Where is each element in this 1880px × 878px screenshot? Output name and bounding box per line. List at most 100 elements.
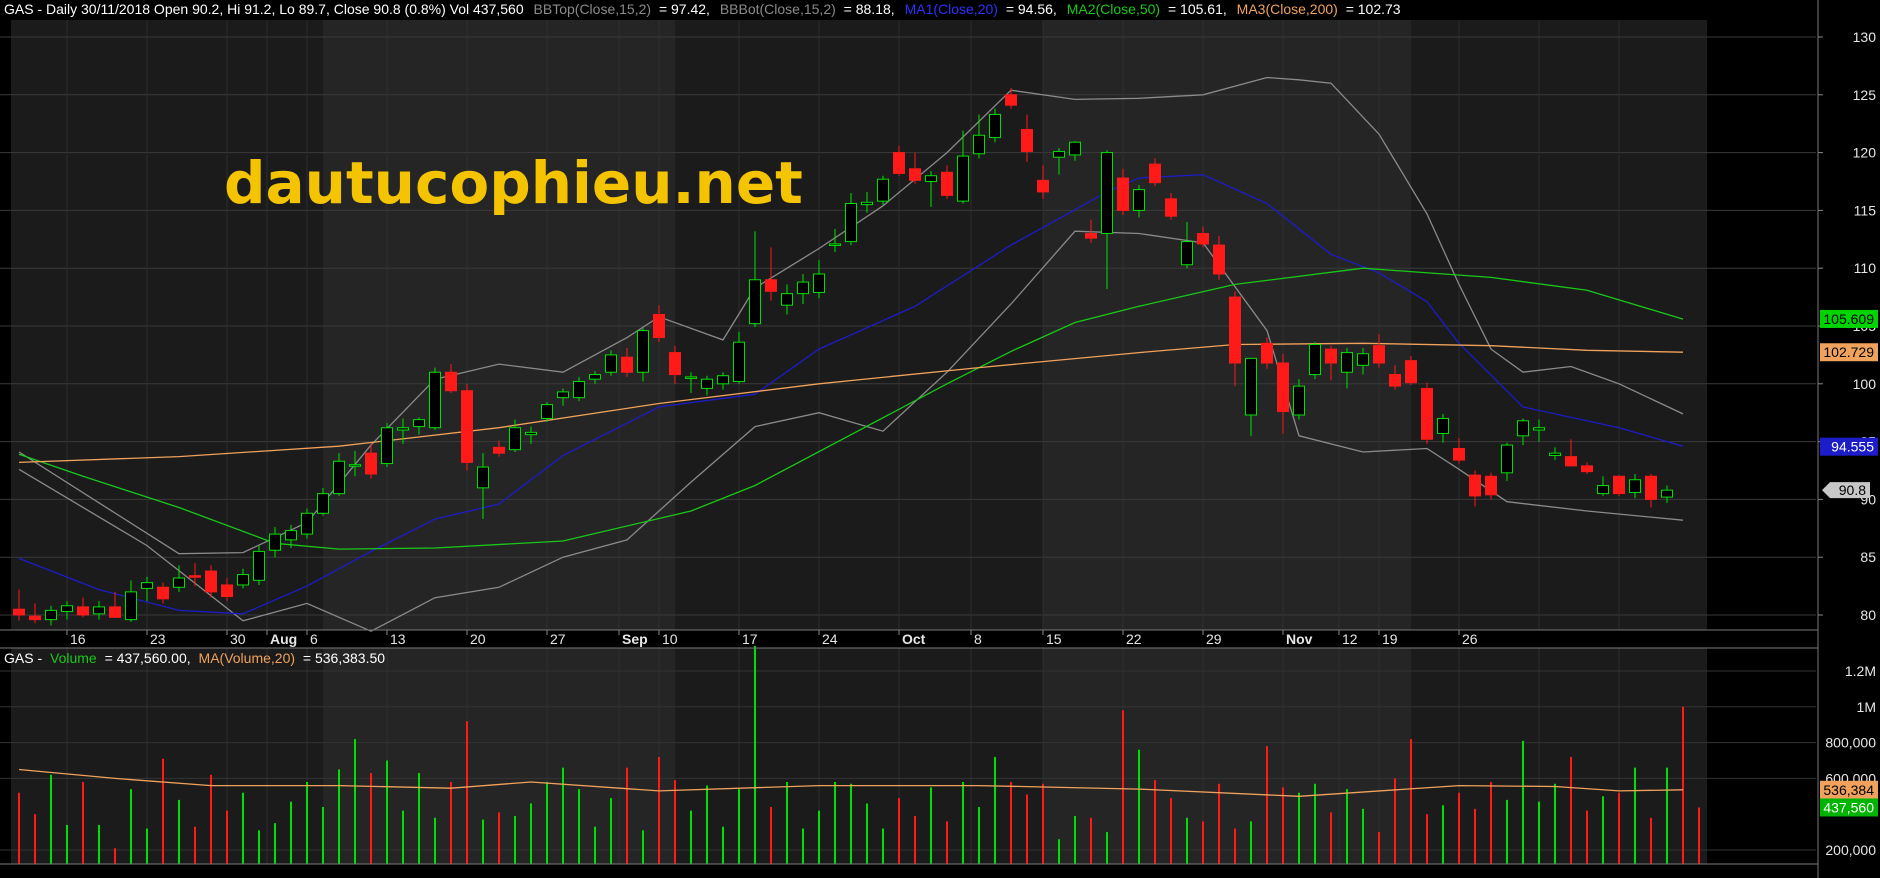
date-label: 26 [1462,631,1478,647]
volume-tick-label: 1.2M [1845,663,1876,679]
candle-body [1261,342,1273,364]
candle-body [973,134,985,155]
candle-body [109,606,121,618]
candle-body [573,380,585,399]
candle-body [1069,141,1081,156]
candle-body [333,460,345,495]
candle-body [269,533,281,551]
candle-body [765,279,777,292]
candle [877,175,889,205]
date-label: 22 [1126,631,1142,647]
candle-body [1517,420,1529,437]
chart-canvas[interactable]: GAS - Daily 30/11/2018 Open 90.2, Hi 91.… [0,0,1880,878]
price-tick-label: 120 [1853,145,1877,161]
candle [381,423,393,468]
candle-body [141,582,153,589]
date-label: 23 [150,631,166,647]
date-label: 20 [470,631,486,647]
volume-tag-text: 437,560 [1823,799,1874,815]
price-tick-label: 110 [1854,260,1877,276]
candle-body [1645,475,1657,500]
candle-body [829,243,841,246]
candle-body [445,371,457,392]
candle-body [1277,362,1289,413]
candle-body [925,175,937,183]
month-band [1043,20,1411,630]
candle [253,545,265,585]
watermark-logo: dautucophieu.net [224,149,803,217]
candle-body [13,608,25,616]
candle-body [909,168,921,181]
candle-body [1005,94,1017,106]
bbtop-value: = 97.42, [659,1,710,17]
volume-tick-label: 1M [1857,699,1876,715]
ma1-label: MA1(Close,20) [905,1,998,17]
ma3-value: = 102.73 [1346,1,1401,17]
ma3-label: MA3(Close,200) [1237,1,1338,17]
price-tag-text: 94.555 [1831,439,1874,455]
session-bands [0,0,1816,864]
candle-body [1293,385,1305,416]
candle-body [61,605,73,613]
volume-label: Volume [50,650,97,666]
ma2-value: = 105.61, [1168,1,1227,17]
volume-ma-value: = 536,383.50 [303,650,385,666]
candle-body [205,570,217,593]
candle-body [589,374,601,380]
candle-body [941,171,953,196]
candle-body [1533,427,1545,431]
candle-body [605,354,617,373]
bbbot-label: BBBot(Close,15,2) [720,1,836,17]
volume-ma-label: MA(Volume,20) [199,650,295,666]
date-label: 6 [310,631,318,647]
candle-body [781,293,793,306]
month-band [675,20,1043,630]
candle-body [477,466,489,489]
price-tag-text: 105.609 [1823,311,1874,327]
price-tag: 102.729 [1820,343,1878,362]
candle-body [1325,348,1337,364]
candle-body [173,577,185,588]
candle-body [157,586,169,600]
candle-body [685,376,697,379]
candle-body [1629,479,1641,493]
volume-tick-label: 200,000 [1825,842,1876,858]
candle-body [733,341,745,382]
candle-body [301,512,313,535]
candle-body [1485,475,1497,496]
candle-body [509,427,521,451]
month-band [1411,20,1707,630]
month-label: Oct [902,631,926,647]
candle-body [1229,296,1241,364]
candle [461,383,473,471]
candle-body [1085,233,1097,239]
candle-body [221,584,233,598]
candle-body [397,427,409,431]
candle-body [285,530,297,541]
candle [1421,382,1433,444]
price-tick-label: 85 [1860,549,1876,565]
candle-body [669,352,681,376]
candle-body [1117,177,1129,211]
price-tick-label: 130 [1853,29,1877,45]
candle [1613,475,1625,496]
date-label: 16 [70,631,86,647]
price-tag-text: 90.8 [1839,482,1866,498]
candle-body [125,591,137,621]
candle-body [493,446,505,454]
candle-body [749,279,761,325]
candle-body [1165,198,1177,217]
volume-tag: 437,560 [1820,798,1878,817]
volume-tag: 536,384 [1820,780,1878,799]
price-tick-label: 125 [1853,87,1877,103]
candle-body [1597,485,1609,495]
volume-value: = 437,560.00, [105,650,191,666]
date-label: 17 [742,631,758,647]
volume-tag-text: 536,384 [1823,782,1874,798]
candle-body [1021,128,1033,152]
candle [1405,356,1417,385]
candle-body [1613,475,1625,495]
candle-body [541,404,553,419]
price-tag-text: 102.729 [1823,344,1874,360]
date-label: 30 [230,631,246,647]
